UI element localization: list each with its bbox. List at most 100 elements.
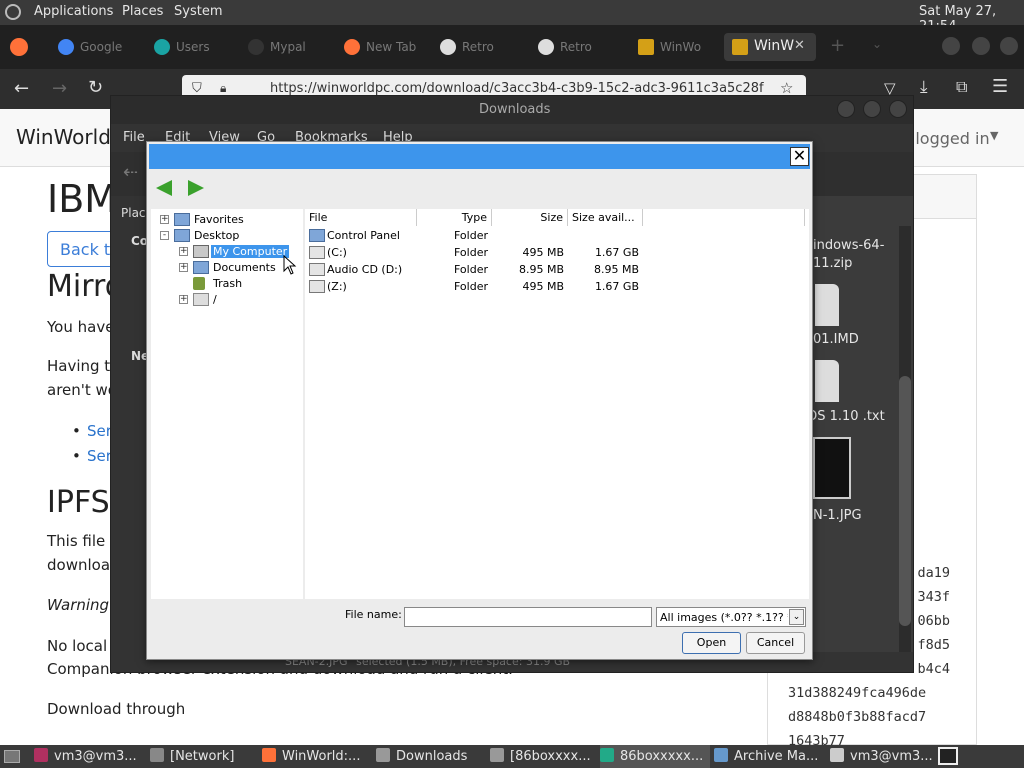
open-button[interactable]: Open — [682, 632, 741, 654]
tab[interactable]: Mypal — [240, 33, 322, 61]
folder-icon — [193, 293, 209, 306]
tree-node-label[interactable]: Desktop — [192, 229, 241, 242]
taskbar-button[interactable]: WinWorld:... — [262, 745, 372, 768]
taskbar-button-label: Downloads — [396, 749, 468, 764]
show-desktop-icon[interactable] — [4, 750, 20, 763]
close-window-icon[interactable] — [1000, 37, 1018, 55]
menu-icon[interactable]: ☰ — [992, 76, 1008, 97]
close-window-icon[interactable] — [889, 100, 907, 118]
places-label[interactable]: Plac — [121, 206, 146, 220]
tree-node-label[interactable]: Trash — [211, 277, 244, 290]
taskbar-button[interactable]: Archive Ma... — [714, 745, 824, 768]
file-name[interactable]: 11.zip — [813, 256, 852, 271]
tree-node[interactable]: + Favorites — [151, 212, 301, 228]
close-icon[interactable]: ✕ — [790, 147, 809, 166]
column-size[interactable]: Size — [492, 209, 568, 226]
tab[interactable]: New Tab — [336, 33, 418, 61]
tree-node[interactable]: + / — [151, 292, 301, 308]
system-menu[interactable]: System — [174, 4, 222, 19]
expand-icon[interactable]: + — [179, 263, 188, 272]
maximize-icon[interactable] — [972, 37, 990, 55]
new-tab-icon[interactable]: + — [830, 35, 845, 56]
tree-node-label[interactable]: Favorites — [192, 213, 246, 226]
tree-node-label[interactable]: My Computer — [209, 244, 291, 259]
file-row[interactable]: Audio CD (D:) Folder 8.95 MB 8.95 MB — [305, 261, 805, 278]
downloads-icon[interactable]: ⤓ — [920, 77, 928, 97]
tab[interactable]: Google — [50, 33, 132, 61]
expand-icon[interactable]: + — [179, 295, 188, 304]
workspace-switcher-icon[interactable] — [938, 747, 958, 765]
firefox-menu-icon[interactable] — [10, 38, 28, 56]
bullet: • — [72, 422, 81, 440]
window-titlebar[interactable]: Downloads — [111, 96, 913, 124]
caret-down-icon[interactable]: ▼ — [990, 129, 998, 142]
extensions-icon[interactable]: ⧉ — [956, 77, 967, 97]
file-name[interactable]: OS 1.10 .txt — [807, 409, 885, 424]
column-size-available[interactable]: Size avail... — [568, 209, 643, 226]
back-arrow-icon[interactable] — [156, 180, 172, 196]
applications-menu[interactable]: Applications — [34, 4, 113, 19]
lock-icon[interactable]: 🔒︎ — [220, 81, 226, 96]
column-file[interactable]: File — [305, 209, 417, 226]
taskbar-button[interactable]: [Network] — [150, 745, 260, 768]
url-text[interactable]: https://winworldpc.com/download/c3acc3b4… — [270, 81, 770, 96]
tree-node[interactable]: + Documents — [151, 260, 301, 276]
places-menu[interactable]: Places — [122, 4, 163, 19]
file-type-select[interactable]: All images (*.0?? *.1?? *.i ⌄ — [656, 607, 806, 627]
forward-arrow-icon[interactable] — [188, 180, 204, 196]
file-name[interactable]: N-1.JPG — [813, 508, 862, 523]
expand-icon[interactable]: + — [179, 247, 188, 256]
tree-node-label[interactable]: / — [211, 293, 219, 306]
file-name[interactable]: 01.IMD — [813, 332, 859, 347]
login-status[interactable]: t logged in — [904, 129, 990, 148]
file-available-cell: 1.67 GB — [594, 280, 639, 293]
forward-icon[interactable]: → — [52, 78, 67, 99]
file-size-cell: 8.95 MB — [518, 263, 564, 276]
tree-node[interactable]: Trash — [151, 276, 301, 292]
reload-icon[interactable]: ↻ — [88, 77, 103, 98]
tab[interactable]: Retro — [530, 33, 612, 61]
site-name[interactable]: WinWorld — [16, 125, 111, 149]
menu-file[interactable]: File — [123, 130, 145, 145]
column-type[interactable]: Type — [417, 209, 492, 226]
file-row[interactable]: (Z:) Folder 495 MB 1.67 GB — [305, 278, 805, 295]
maximize-icon[interactable] — [863, 100, 881, 118]
tab[interactable]: Retro — [432, 33, 514, 61]
dialog-titlebar[interactable] — [149, 144, 810, 169]
back-icon[interactable]: ← — [14, 78, 29, 99]
minimize-icon[interactable] — [942, 37, 960, 55]
expand-icon[interactable]: + — [160, 215, 169, 224]
taskbar-button[interactable]: Downloads — [376, 745, 486, 768]
gnome-foot-icon[interactable] — [5, 4, 21, 20]
file-name-input[interactable] — [404, 607, 652, 627]
file-row[interactable]: (C:) Folder 495 MB 1.67 GB — [305, 244, 805, 261]
github-icon — [440, 39, 456, 55]
taskbar-button[interactable]: [86boxxxx... — [490, 745, 600, 768]
tab-active[interactable]: WinW ✕ — [724, 33, 816, 61]
image-thumbnail-icon[interactable] — [813, 437, 851, 499]
collapse-icon[interactable]: - — [160, 231, 169, 240]
cancel-button[interactable]: Cancel — [746, 632, 805, 654]
file-icon[interactable] — [815, 284, 839, 326]
file-name[interactable]: indows-64- — [813, 238, 884, 253]
tab[interactable]: Users — [146, 33, 228, 61]
server-link[interactable]: Ser — [87, 447, 112, 465]
taskbar-button[interactable]: vm3@vm3... — [34, 745, 144, 768]
tree-node[interactable]: - Desktop — [151, 228, 301, 244]
tree-node[interactable]: + My Computer — [151, 244, 301, 260]
file-icon[interactable] — [815, 360, 839, 402]
minimize-icon[interactable] — [837, 100, 855, 118]
tree-node-label[interactable]: Documents — [211, 261, 278, 274]
shield-icon[interactable]: ⛉ — [192, 81, 202, 96]
window-title: Downloads — [479, 102, 551, 117]
server-link[interactable]: Ser — [87, 422, 112, 440]
list-tabs-icon[interactable]: ⌄ — [872, 37, 882, 51]
scrollbar[interactable] — [899, 226, 911, 652]
chevron-down-icon[interactable]: ⌄ — [789, 609, 804, 625]
taskbar-button[interactable]: vm3@vm3... — [830, 745, 940, 768]
taskbar-button[interactable]: 86boxxxxx... — [600, 745, 710, 768]
back-icon[interactable]: ⇠ — [123, 162, 138, 183]
tab[interactable]: WinWo — [630, 33, 712, 61]
close-tab-icon[interactable]: ✕ — [794, 38, 805, 53]
file-row[interactable]: Control Panel Folder — [305, 227, 805, 244]
